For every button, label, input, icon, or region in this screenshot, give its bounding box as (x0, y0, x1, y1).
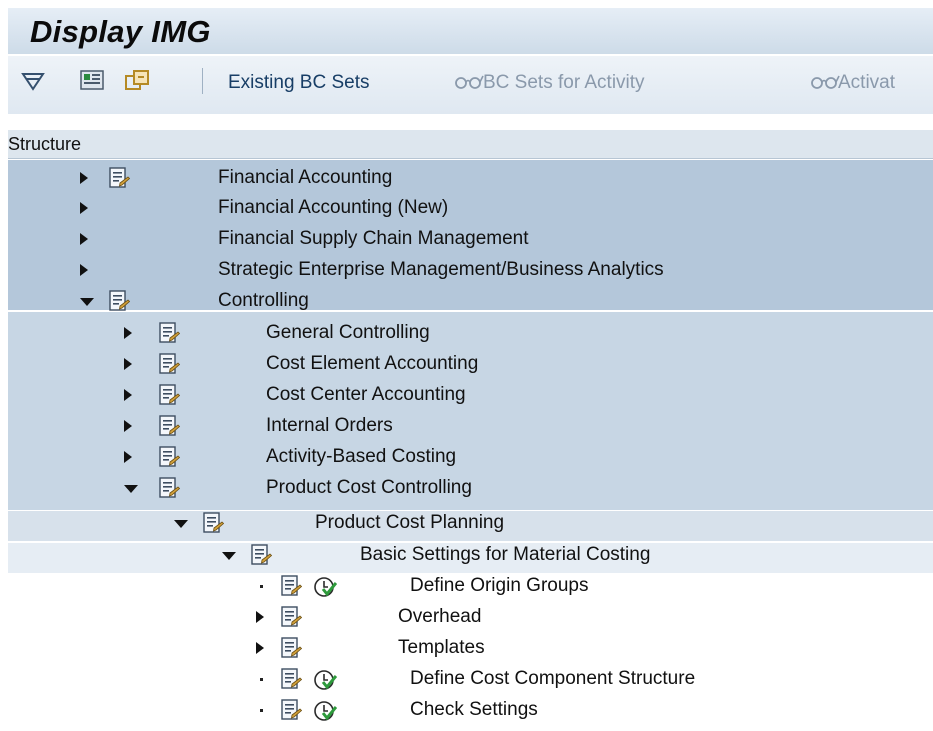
tree-node[interactable]: General Controlling (0, 319, 933, 348)
bc-set-glasses-icon (455, 75, 484, 89)
tree-node-label[interactable]: Templates (398, 637, 485, 659)
tree-node-label[interactable]: Overhead (398, 606, 481, 628)
expand-arrow-icon[interactable] (124, 327, 132, 339)
tree-node[interactable]: Cost Center Accounting (0, 381, 933, 410)
tree-node-label[interactable]: Define Cost Component Structure (410, 668, 695, 690)
structure-header-label: Structure (8, 134, 82, 154)
execute-activity-icon[interactable] (313, 668, 338, 692)
tree-node-label[interactable]: Financial Accounting (218, 167, 392, 189)
documentation-icon[interactable] (202, 512, 225, 534)
project-icon[interactable] (124, 68, 152, 92)
tree-node[interactable]: Define Cost Component Structure (0, 665, 933, 694)
collapse-arrow-icon[interactable] (222, 552, 236, 560)
bc-sets-for-activity-button[interactable]: BC Sets for Activity (483, 72, 645, 94)
documentation-icon[interactable] (158, 446, 181, 468)
tree-node-label[interactable]: Basic Settings for Material Costing (360, 544, 650, 566)
tree-node[interactable]: Basic Settings for Material Costing (0, 541, 933, 570)
leaf-bullet-icon (260, 585, 263, 588)
existing-bc-sets-button[interactable]: Existing BC Sets (228, 72, 370, 94)
tree-node-label[interactable]: Financial Supply Chain Management (218, 228, 529, 250)
documentation-icon[interactable] (280, 668, 303, 690)
tree-node[interactable]: Product Cost Planning (0, 509, 933, 538)
tree-node[interactable]: Financial Accounting (0, 164, 933, 193)
tree-node-label[interactable]: Internal Orders (266, 415, 393, 437)
documentation-icon[interactable] (158, 353, 181, 375)
tree-node[interactable]: Strategic Enterprise Management/Business… (0, 256, 933, 285)
tree-node[interactable]: Overhead (0, 603, 933, 632)
documentation-icon[interactable] (158, 415, 181, 437)
expand-arrow-icon[interactable] (80, 233, 88, 245)
tree-node[interactable]: Product Cost Controlling (0, 474, 933, 503)
tree-node[interactable]: Templates (0, 634, 933, 663)
execute-activity-icon[interactable] (313, 699, 338, 723)
tree-node-label[interactable]: Controlling (218, 290, 309, 312)
documentation-icon[interactable] (280, 575, 303, 597)
structure-header (8, 130, 933, 159)
tree-node-label[interactable]: Cost Element Accounting (266, 353, 478, 375)
tree-node-label[interactable]: Activity-Based Costing (266, 446, 456, 468)
collapse-arrow-icon[interactable] (174, 520, 188, 528)
tree-node[interactable]: Activity-Based Costing (0, 443, 933, 472)
tree-node-label[interactable]: Cost Center Accounting (266, 384, 466, 406)
documentation-icon[interactable] (158, 384, 181, 406)
expand-arrow-icon[interactable] (80, 172, 88, 184)
expand-arrow-icon[interactable] (124, 358, 132, 370)
tree-node[interactable]: Controlling (0, 287, 933, 316)
page-title: Display IMG (30, 14, 211, 49)
documentation-icon[interactable] (280, 699, 303, 721)
tree-node[interactable]: Internal Orders (0, 412, 933, 441)
expand-arrow-icon[interactable] (256, 642, 264, 654)
tree-node[interactable]: Cost Element Accounting (0, 350, 933, 379)
expand-arrow-icon[interactable] (80, 202, 88, 214)
documentation-icon[interactable] (108, 167, 131, 189)
leaf-bullet-icon (260, 709, 263, 712)
tree-node-label[interactable]: Product Cost Planning (315, 512, 504, 534)
documentation-icon[interactable] (158, 477, 181, 499)
expand-arrow-icon[interactable] (124, 389, 132, 401)
activation-button[interactable]: Activat (838, 72, 895, 94)
tree-node[interactable]: Financial Accounting (New) (0, 194, 933, 223)
documentation-icon[interactable] (108, 290, 131, 312)
tree-node[interactable]: Check Settings (0, 696, 933, 725)
tree-node-label[interactable]: Check Settings (410, 699, 538, 721)
toolbar-separator (202, 68, 203, 94)
documentation-icon[interactable] (80, 69, 104, 91)
documentation-icon[interactable] (280, 637, 303, 659)
documentation-icon[interactable] (280, 606, 303, 628)
expand-arrow-icon[interactable] (124, 451, 132, 463)
bc-set-glasses-icon (811, 75, 840, 89)
leaf-bullet-icon (260, 678, 263, 681)
tree-node-label[interactable]: Financial Accounting (New) (218, 197, 448, 219)
tree-node-label[interactable]: Strategic Enterprise Management/Business… (218, 259, 664, 281)
expand-arrow-icon[interactable] (124, 420, 132, 432)
find-icon[interactable] (20, 70, 46, 92)
tree-node-label[interactable]: Define Origin Groups (410, 575, 588, 597)
tree-node-label[interactable]: Product Cost Controlling (266, 477, 472, 499)
collapse-arrow-icon[interactable] (80, 298, 94, 306)
tree-node-label[interactable]: General Controlling (266, 322, 430, 344)
documentation-icon[interactable] (158, 322, 181, 344)
tree-node[interactable]: Define Origin Groups (0, 572, 933, 601)
execute-activity-icon[interactable] (313, 575, 338, 599)
expand-arrow-icon[interactable] (256, 611, 264, 623)
tree-node[interactable]: Financial Supply Chain Management (0, 225, 933, 254)
collapse-arrow-icon[interactable] (124, 485, 138, 493)
documentation-icon[interactable] (250, 544, 273, 566)
expand-arrow-icon[interactable] (80, 264, 88, 276)
